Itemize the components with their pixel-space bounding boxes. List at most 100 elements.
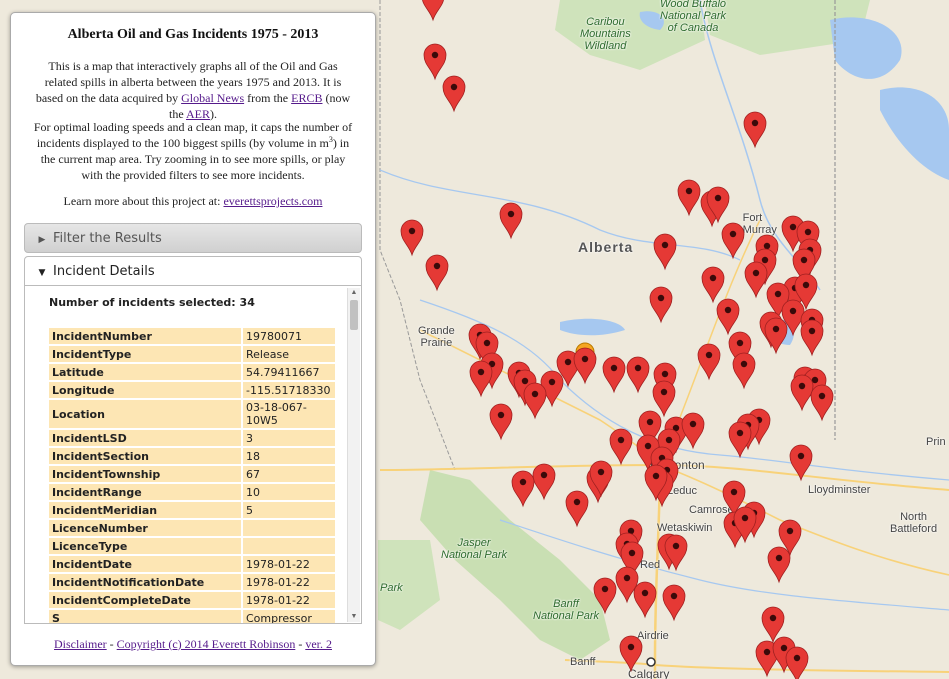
map-pin-icon[interactable] [761, 606, 785, 644]
map-pin-icon[interactable] [743, 111, 767, 149]
map-pin-icon[interactable] [785, 646, 809, 679]
detail-key: IncidentCompleteDate [49, 592, 241, 608]
chevron-right-icon: ▶ [38, 235, 46, 245]
map-pin-icon[interactable] [573, 347, 597, 385]
map-pin-icon[interactable] [602, 356, 626, 394]
detail-row: Longitude -115.51718330 [49, 382, 335, 398]
map-pin-icon[interactable] [565, 490, 589, 528]
detail-value [241, 538, 335, 554]
detail-row: IncidentMeridian 5 [49, 502, 335, 518]
detail-value: 54.79411667 [241, 364, 335, 380]
scroll-down-arrow-icon[interactable]: ▼ [348, 612, 360, 622]
version-link[interactable]: ver. 2 [305, 637, 332, 651]
detail-row: S Compressor [49, 610, 335, 623]
detail-key: IncidentNumber [49, 328, 241, 344]
map-pin-icon[interactable] [649, 286, 673, 324]
detail-key: IncidentSection [49, 448, 241, 464]
map-pin-icon[interactable] [469, 360, 493, 398]
map-pin-icon[interactable] [653, 233, 677, 271]
map-pin-icon[interactable] [721, 222, 745, 260]
filter-results-label: Filter the Results [53, 231, 162, 246]
detail-value: Release [241, 346, 335, 362]
detail-row: IncidentCompleteDate 1978-01-22 [49, 592, 335, 608]
map-pin-icon[interactable] [511, 470, 535, 508]
map-pin-icon[interactable] [789, 444, 813, 482]
map-pin-icon[interactable] [764, 317, 788, 355]
detail-key: IncidentDate [49, 556, 241, 572]
detail-key: IncidentType [49, 346, 241, 362]
detail-value: 67 [241, 466, 335, 482]
detail-row: Latitude 54.79411667 [49, 364, 335, 380]
detail-value: 10 [241, 484, 335, 500]
detail-value: 3 [241, 430, 335, 446]
detail-value: 03-18-067-10W5 [241, 400, 335, 428]
map-pin-icon[interactable] [681, 412, 705, 450]
page-title: Alberta Oil and Gas Incidents 1975 - 201… [67, 27, 319, 42]
detail-row: IncidentSection 18 [49, 448, 335, 464]
footer-sep: - [106, 637, 117, 651]
map-pin-icon[interactable] [442, 75, 466, 113]
map-pin-icon[interactable] [489, 403, 513, 441]
map-pin-icon[interactable] [423, 43, 447, 81]
map-pin-icon[interactable] [619, 635, 643, 673]
ercb-link[interactable]: ERCB [291, 91, 322, 105]
incident-details-label: Incident Details [53, 264, 155, 279]
detail-key: IncidentTownship [49, 466, 241, 482]
everettsprojects-link[interactable]: everettsprojects.com [223, 194, 322, 208]
detail-row: IncidentLSD 3 [49, 430, 335, 446]
detail-value: 1978-01-22 [241, 574, 335, 590]
copyright-link[interactable]: Copyright (c) 2014 Everett Robinson [117, 637, 296, 651]
map-pin-icon[interactable] [652, 380, 676, 418]
map-pin-icon[interactable] [633, 581, 657, 619]
detail-key: IncidentRange [49, 484, 241, 500]
loading-note-a: For optimal loading speeds and a clean m… [33, 120, 353, 150]
intro-text-b: from the [244, 91, 292, 105]
map-pin-icon[interactable] [400, 219, 424, 257]
loading-note-paragraph: For optimal loading speeds and a clean m… [31, 119, 355, 183]
detail-row: IncidentRange 10 [49, 484, 335, 500]
incident-details-accordion[interactable]: ▼ Incident Details [24, 256, 362, 286]
footer: Disclaimer - Copyright (c) 2014 Everett … [11, 637, 375, 652]
map-pin-icon[interactable] [716, 298, 740, 336]
map-pin-icon[interactable] [425, 254, 449, 292]
map-pin-icon[interactable] [767, 546, 791, 584]
detail-key: S [49, 610, 241, 623]
disclaimer-link[interactable]: Disclaimer [54, 637, 107, 651]
detail-key: IncidentNotificationDate [49, 574, 241, 590]
map-pin-icon[interactable] [626, 356, 650, 394]
chevron-down-icon: ▼ [38, 268, 46, 278]
map-pin-icon[interactable] [701, 266, 725, 304]
scroll-thumb[interactable] [350, 300, 358, 330]
detail-row: IncidentDate 1978-01-22 [49, 556, 335, 572]
detail-row: IncidentNotificationDate 1978-01-22 [49, 574, 335, 590]
map-pin-icon[interactable] [732, 352, 756, 390]
detail-value: Compressor [241, 610, 335, 623]
map-pin-icon[interactable] [609, 428, 633, 466]
detail-value: 1978-01-22 [241, 556, 335, 572]
global-news-link[interactable]: Global News [181, 91, 244, 105]
scroll-up-arrow-icon[interactable]: ▲ [348, 288, 360, 298]
info-panel: Alberta Oil and Gas Incidents 1975 - 201… [10, 12, 376, 666]
map-pin-icon[interactable] [677, 179, 701, 217]
map-pin-icon[interactable] [532, 463, 556, 501]
incident-details-scroll-area[interactable]: Number of incidents selected: 34 Inciden… [24, 286, 362, 624]
learn-more-line: Learn more about this project at: everet… [31, 193, 355, 209]
incident-count-label: Number of incidents selected: [49, 296, 240, 309]
map-pin-icon[interactable] [697, 343, 721, 381]
map-pin-icon[interactable] [810, 384, 834, 422]
detail-value: 19780071 [241, 328, 335, 344]
details-scrollbar[interactable]: ▲ ▼ [347, 288, 360, 622]
detail-key: LicenceType [49, 538, 241, 554]
filter-results-accordion[interactable]: ▶ Filter the Results [24, 223, 362, 253]
map-pin-icon[interactable] [662, 584, 686, 622]
map-pin-icon[interactable] [744, 261, 768, 299]
map-pin-icon[interactable] [728, 421, 752, 459]
map-pin-icon[interactable] [422, 0, 444, 22]
map-pin-icon[interactable] [499, 202, 523, 240]
map-pin-icon[interactable] [523, 382, 547, 420]
map-pin-icon[interactable] [593, 577, 617, 615]
detail-value: -115.51718330 [241, 382, 335, 398]
map-pin-icon[interactable] [790, 374, 814, 412]
intro-paragraph: This is a map that interactively graphs … [31, 58, 355, 122]
map-pin-icon[interactable] [800, 319, 824, 357]
